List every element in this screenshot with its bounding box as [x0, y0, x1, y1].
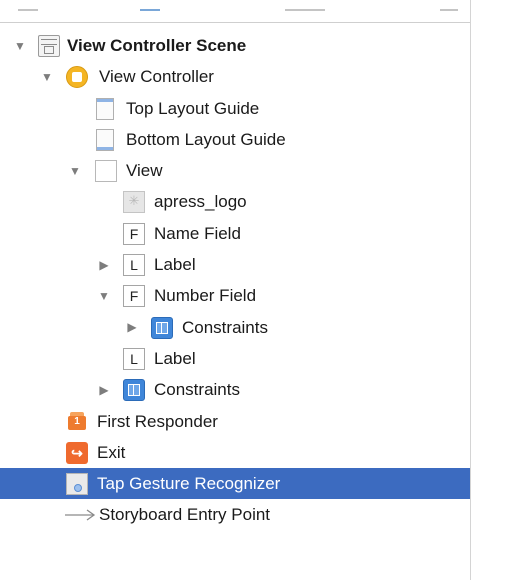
text-field-icon: F	[123, 285, 145, 308]
outline-item-label: View Controller	[99, 67, 214, 87]
outline-item-label: Exit	[97, 442, 126, 462]
outline-item-label: View Controller Scene	[67, 36, 247, 55]
label-icon: L	[123, 347, 145, 370]
outline-row-exit[interactable]: ↪ Exit	[0, 437, 470, 468]
outline-item-label: Top Layout Guide	[126, 98, 260, 118]
disclosure-expanded-icon[interactable]: ▼	[96, 280, 112, 311]
disclosure-expanded-icon[interactable]: ▼	[39, 61, 55, 92]
toolbar-mark	[285, 9, 325, 11]
outline-row-constraints[interactable]: ▶ Constraints	[0, 312, 470, 343]
outline-item-label: View	[126, 161, 163, 181]
outline-row-number-field[interactable]: ▼ F Number Field	[0, 280, 470, 311]
outline-row-first-responder[interactable]: 1 First Responder	[0, 406, 470, 437]
disclosure-collapsed-icon[interactable]: ▶	[96, 249, 112, 280]
exit-icon: ↪	[66, 441, 88, 464]
toolbar-mark	[18, 9, 38, 11]
disclosure-collapsed-icon[interactable]: ▶	[96, 374, 112, 405]
outline-item-label: First Responder	[97, 411, 218, 431]
layout-guide-icon	[96, 97, 114, 120]
layout-guide-icon	[96, 128, 114, 151]
outline-row-view-controller[interactable]: ▼ View Controller	[0, 61, 470, 92]
image-view-icon	[123, 191, 145, 214]
first-responder-icon-number: 1	[74, 415, 80, 427]
outline-row-storyboard-entry-point[interactable]: Storyboard Entry Point	[0, 499, 470, 530]
label-icon: L	[123, 254, 145, 277]
text-field-icon: F	[123, 222, 145, 245]
outline-item-label: Storyboard Entry Point	[99, 505, 271, 525]
outline-row-name-field[interactable]: F Name Field	[0, 218, 470, 249]
toolbar-strip	[0, 0, 470, 23]
toolbar-mark	[140, 9, 160, 11]
outline-item-label: Constraints	[182, 317, 268, 337]
outline-row-label[interactable]: L Label	[0, 343, 470, 374]
entry-arrow-icon	[65, 509, 96, 521]
outline-item-label: Tap Gesture Recognizer	[97, 474, 281, 494]
outline-item-label: Number Field	[154, 286, 257, 306]
outline-row-top-layout-guide[interactable]: Top Layout Guide	[0, 93, 470, 124]
toolbar-mark	[440, 9, 458, 11]
document-outline: ▼ View Controller Scene ▼ View Controlle…	[0, 30, 470, 531]
tap-gesture-icon	[66, 473, 88, 496]
first-responder-icon: 1	[66, 411, 88, 433]
outline-row-apress-logo[interactable]: apress_logo	[0, 186, 470, 217]
outline-row-bottom-layout-guide[interactable]: Bottom Layout Guide	[0, 124, 470, 155]
constraints-icon	[151, 316, 173, 339]
disclosure-expanded-icon[interactable]: ▼	[67, 155, 83, 186]
outline-item-label: Name Field	[154, 223, 241, 243]
scene-icon	[38, 35, 60, 57]
constraints-icon	[123, 379, 145, 402]
pane-divider[interactable]	[470, 0, 471, 580]
outline-item-label: Label	[154, 255, 196, 275]
outline-item-label: apress_logo	[154, 192, 247, 212]
view-icon	[95, 160, 117, 183]
disclosure-collapsed-icon[interactable]: ▶	[124, 312, 140, 343]
outline-item-label: Constraints	[154, 380, 240, 400]
view-controller-icon	[66, 66, 88, 89]
outline-row-label[interactable]: ▶ L Label	[0, 249, 470, 280]
outline-row-constraints[interactable]: ▶ Constraints	[0, 374, 470, 405]
outline-item-label: Bottom Layout Guide	[126, 129, 286, 149]
outline-item-label: Label	[154, 348, 196, 368]
outline-row-view[interactable]: ▼ View	[0, 155, 470, 186]
disclosure-expanded-icon[interactable]: ▼	[12, 30, 28, 61]
outline-row-scene[interactable]: ▼ View Controller Scene	[0, 30, 470, 61]
outline-row-tap-gesture-recognizer[interactable]: Tap Gesture Recognizer	[0, 468, 470, 500]
